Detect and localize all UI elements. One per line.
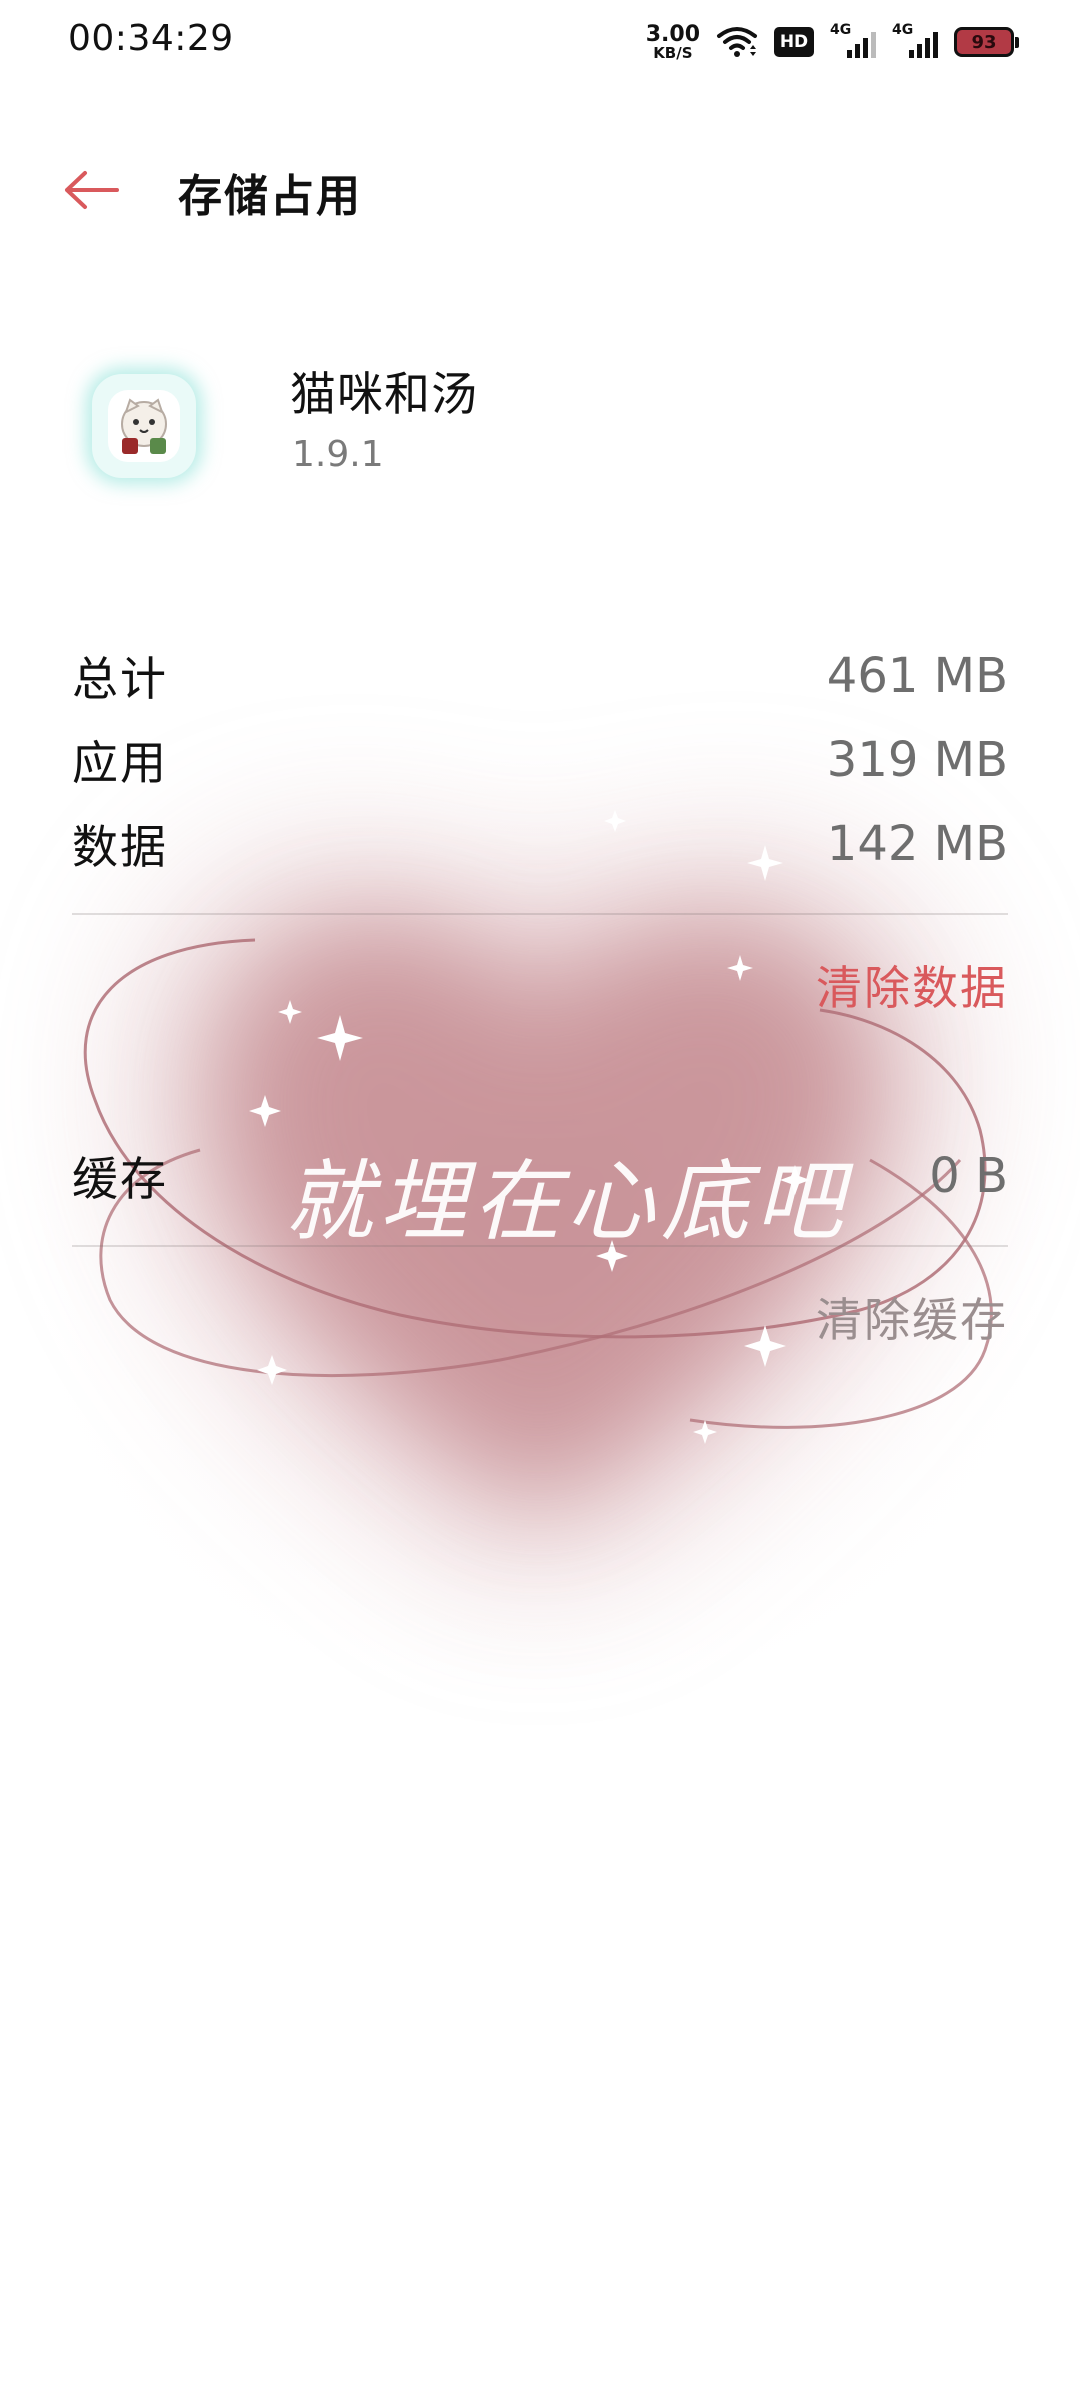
network-speed: 3.00 KB/S [645,21,700,62]
data-size-value: 142 MB [826,816,1008,872]
cat-soup-app-icon [108,390,180,462]
cat-icon [121,398,167,454]
page-title: 存储占用 [178,171,362,222]
status-icons: 3.00 KB/S HD 4G 4G 93 [645,18,1019,66]
battery-icon: 93 [954,27,1019,57]
screen: 就埋在心底吧 00:34:29 3.00 KB/S HD 4G 4G 93 存储… [0,0,1080,2400]
cache-row: 缓存 0 B [72,1140,1008,1212]
clear-data-button[interactable]: 清除数据 [816,952,1008,1018]
app-size-row: 应用 319 MB [72,724,1008,796]
sim2-signal-icon: 4G [892,22,938,60]
status-time: 00:34:29 [68,18,234,59]
hd-voice-icon: HD [774,27,814,57]
divider-cache [72,1245,1008,1247]
app-info: 猫咪和汤 1.9.1 [0,340,1080,510]
total-row: 总计 461 MB [72,640,1008,712]
app-name: 猫咪和汤 [290,367,478,421]
battery-level: 93 [971,31,997,53]
app-size-value: 319 MB [826,732,1008,788]
back-button[interactable] [56,162,126,218]
total-label: 总计 [72,652,168,706]
wifi-icon [717,27,757,57]
cache-label: 缓存 [72,1152,168,1206]
app-version: 1.9.1 [292,434,384,475]
back-arrow-icon [65,171,119,209]
network-speed-unit: KB/S [653,43,693,62]
status-bar: 00:34:29 3.00 KB/S HD 4G 4G 93 [0,0,1080,84]
divider-data [72,913,1008,915]
network-speed-value: 3.00 [645,21,700,47]
clear-cache-button[interactable]: 清除缓存 [816,1284,1008,1350]
total-value: 461 MB [826,648,1008,704]
cache-value: 0 B [929,1148,1008,1204]
app-icon [92,374,196,478]
app-size-label: 应用 [72,736,168,790]
page-header: 存储占用 [0,140,1080,240]
sim1-signal-icon: 4G [830,22,876,60]
data-size-label: 数据 [72,820,168,874]
data-size-row: 数据 142 MB [72,808,1008,880]
